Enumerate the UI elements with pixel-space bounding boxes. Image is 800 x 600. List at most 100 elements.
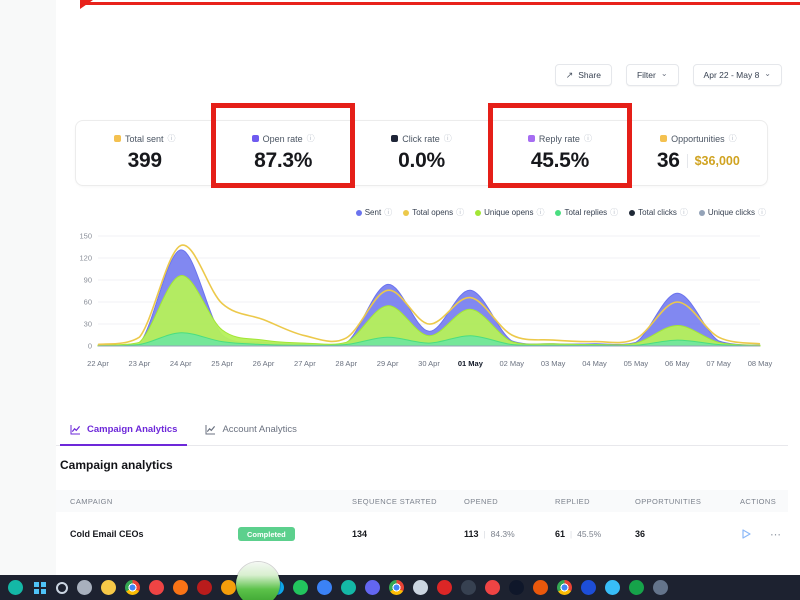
share-label: Share xyxy=(578,70,601,80)
taskbar-icon-excel[interactable] xyxy=(628,580,644,595)
chevron-down-icon: ⌄ xyxy=(660,68,668,78)
tab-label: Campaign Analytics xyxy=(87,424,178,435)
stat-card-open-rate: Open rate ⓘ 87.3% xyxy=(211,103,355,188)
info-icon: ⓘ xyxy=(536,207,545,217)
info-icon[interactable]: ⓘ xyxy=(584,134,592,143)
taskbar-icon-wordpress[interactable] xyxy=(484,580,500,595)
stat-label: Opportunities xyxy=(671,133,725,144)
divider: | xyxy=(570,530,573,539)
taskbar-icon-brave[interactable] xyxy=(532,580,548,595)
taskbar xyxy=(0,575,800,600)
taskbar-icon-netflix[interactable] xyxy=(196,580,212,595)
table-row[interactable]: Cold Email CEOs Completed 134 113 | 84.3% … xyxy=(56,512,788,556)
taskbar-icon-zoom[interactable] xyxy=(316,580,332,595)
svg-text:01 May: 01 May xyxy=(458,359,484,368)
metric-dot-icon xyxy=(391,135,399,142)
tab-label: Account Analytics xyxy=(222,424,297,435)
legend-dot-icon xyxy=(555,209,562,216)
col-replied: REPLIED xyxy=(555,496,590,506)
legend-label: Unique clicks xyxy=(707,208,755,217)
taskbar-icon-teams[interactable] xyxy=(364,580,380,595)
taskbar-icon-obs[interactable] xyxy=(460,580,476,595)
info-icon: ⓘ xyxy=(758,207,766,217)
taskbar-icon-windows-start[interactable] xyxy=(32,580,47,595)
svg-text:27 Apr: 27 Apr xyxy=(294,359,316,368)
tab-account-analytics[interactable]: Account Analytics xyxy=(195,416,306,446)
info-icon[interactable]: ⓘ xyxy=(307,134,315,143)
stat-card-reply-rate: Reply rate ⓘ 45.5% xyxy=(488,103,632,188)
stat-value: 45.5% xyxy=(530,148,589,172)
legend-item-unique-opens[interactable]: Unique opens ⓘ xyxy=(475,208,544,217)
svg-text:06 May: 06 May xyxy=(665,359,690,368)
dashboard-screen: ↗ Share Filter ⌄ Apr 22 - May 8 ⌄ Total … xyxy=(0,0,800,600)
stat-value: 36 xyxy=(656,148,680,172)
left-gutter xyxy=(0,0,56,575)
legend-dot-icon xyxy=(698,209,705,216)
annotation-highlight-box xyxy=(488,103,632,188)
svg-text:02 May: 02 May xyxy=(499,359,524,368)
stat-value: 0.0% xyxy=(398,148,445,172)
svg-text:24 Apr: 24 Apr xyxy=(170,359,192,368)
filter-button[interactable]: Filter ⌄ xyxy=(625,64,679,86)
legend-item-unique-clicks[interactable]: Unique clicks ⓘ xyxy=(698,207,766,217)
legend-dot-icon xyxy=(629,209,636,216)
taskbar-icon-search[interactable] xyxy=(55,581,68,594)
col-actions: ACTIONS xyxy=(740,496,777,506)
taskbar-icon-gmail[interactable] xyxy=(148,580,164,595)
taskbar-icon-photos[interactable] xyxy=(7,580,23,595)
info-icon[interactable]: ⓘ xyxy=(444,134,452,143)
share-icon: ↗ xyxy=(565,69,574,80)
taskbar-icon-send[interactable] xyxy=(508,580,524,595)
analytics-chart: 0 30 60 90 120 150 22 Apr 23 Apr 24 Apr 25 Apr 26 … xyxy=(79,232,772,369)
taskbar-icon-camera[interactable] xyxy=(412,580,428,595)
play-icon[interactable] xyxy=(740,528,752,540)
stat-label: Click rate xyxy=(402,133,440,144)
taskbar-icon-skype[interactable] xyxy=(604,580,620,595)
windows-logo-icon xyxy=(33,582,39,587)
legend-item-total-opens[interactable]: Total opens ⓘ xyxy=(403,208,464,217)
taskbar-icon-edge[interactable] xyxy=(340,580,356,595)
info-icon: ⓘ xyxy=(456,207,465,217)
opened-value: 113 xyxy=(464,529,479,539)
tab-campaign-analytics[interactable]: Campaign Analytics xyxy=(60,416,188,446)
taskbar-icon-vlc[interactable] xyxy=(220,580,236,595)
chevron-down-icon: ⌄ xyxy=(764,68,771,78)
more-actions-icon[interactable]: ⋯ xyxy=(770,528,782,541)
legend-dot-icon xyxy=(355,209,362,216)
taskbar-icon-discord[interactable] xyxy=(652,580,668,595)
svg-text:22 Apr: 22 Apr xyxy=(87,359,109,368)
taskbar-icon-chrome-profile-2[interactable] xyxy=(388,580,404,595)
taskbar-icon-whatsapp[interactable] xyxy=(292,580,308,595)
legend-item-total-clicks[interactable]: Total clicks ⓘ xyxy=(629,208,688,217)
replied-cell: 61 | 45.5% xyxy=(555,529,635,539)
taskbar-icon-mail[interactable] xyxy=(436,580,452,595)
share-button[interactable]: ↗ Share xyxy=(554,64,612,86)
taskbar-icon-firefox[interactable] xyxy=(172,580,188,595)
svg-text:150: 150 xyxy=(79,232,92,241)
metric-dot-icon xyxy=(660,135,668,142)
svg-text:30: 30 xyxy=(84,320,92,329)
svg-text:120: 120 xyxy=(79,254,92,263)
info-icon[interactable]: ⓘ xyxy=(729,134,737,143)
legend-item-total-replies[interactable]: Total replies ⓘ xyxy=(555,208,618,217)
taskbar-icon-chrome[interactable] xyxy=(124,580,140,595)
legend-label: Sent xyxy=(364,208,382,217)
stats-row: Total sent ⓘ 399 Open rate ⓘ 87.3% Click rate ⓘ… xyxy=(75,103,768,188)
taskbar-icon-chrome-profile-3[interactable] xyxy=(556,580,572,595)
legend-item-sent[interactable]: Sent ⓘ xyxy=(355,208,392,217)
tabs: Campaign Analytics Account Analytics xyxy=(56,416,788,446)
campaigns-table: CAMPAIGN SEQUENCE STARTED OPENED REPLIED… xyxy=(56,490,788,556)
info-icon[interactable]: ⓘ xyxy=(167,134,175,143)
campaign-name[interactable]: Cold Email CEOs xyxy=(70,529,238,539)
line-chart-icon xyxy=(205,425,216,435)
taskbar-icon-file-explorer[interactable] xyxy=(100,580,116,595)
stat-card-opportunities: Opportunities ⓘ 36 $36,000 xyxy=(630,121,767,185)
taskbar-icon-task-view[interactable] xyxy=(76,580,92,595)
date-range-button[interactable]: Apr 22 - May 8 ⌄ xyxy=(692,64,782,86)
svg-text:25 Apr: 25 Apr xyxy=(211,359,233,368)
table-header: CAMPAIGN SEQUENCE STARTED OPENED REPLIED… xyxy=(56,490,788,512)
taskbar-icon-photoshop[interactable] xyxy=(580,580,596,595)
svg-text:05 May: 05 May xyxy=(624,359,649,368)
opened-cell: 113 | 84.3% xyxy=(464,529,555,539)
stat-value: 399 xyxy=(127,148,162,172)
